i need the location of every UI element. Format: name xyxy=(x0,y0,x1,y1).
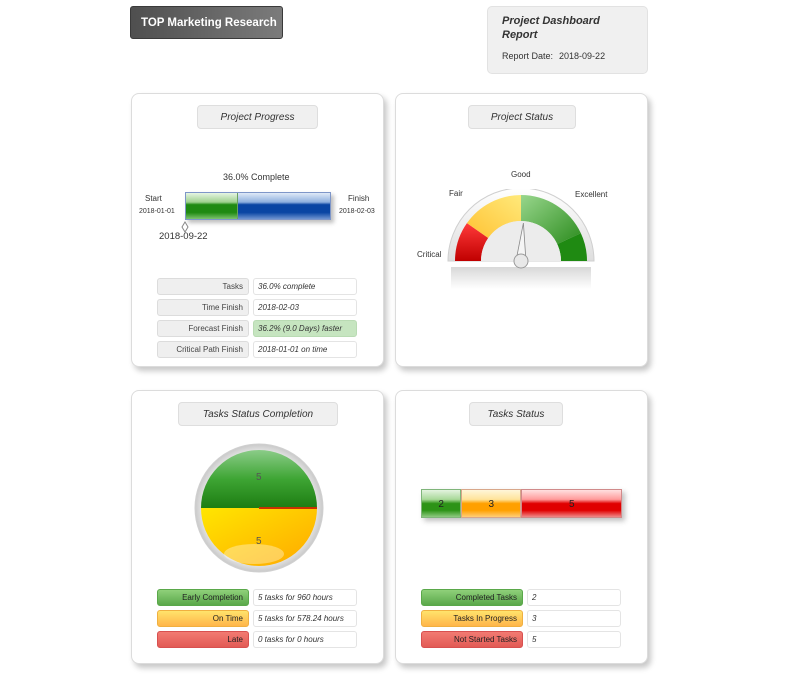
finish-label: Finish xyxy=(348,194,370,203)
company-title: TOP Marketing Research xyxy=(130,6,283,39)
row-label: Early Completion xyxy=(157,589,249,606)
pie-data-label: 5 xyxy=(256,536,262,547)
row-value: 5 tasks for 960 hours xyxy=(253,589,357,606)
panel-title: Project Progress xyxy=(197,105,318,129)
finish-date: 2018-02-03 xyxy=(339,208,375,215)
pie-data-label: 5 xyxy=(256,472,262,483)
row-label: Tasks In Progress xyxy=(421,610,523,627)
progress-bar-remaining xyxy=(237,193,330,219)
progress-bar-complete xyxy=(186,193,238,219)
row-label: Time Finish xyxy=(157,299,249,316)
row-label: Completed Tasks xyxy=(421,589,523,606)
status-gauge xyxy=(447,189,595,289)
panel-title: Tasks Status xyxy=(469,402,563,426)
current-date-label: 2018-09-22 xyxy=(159,231,208,242)
row-value: 2018-02-03 xyxy=(253,299,357,316)
row-label: Late xyxy=(157,631,249,648)
tasks-completion-pie: 55 xyxy=(194,443,324,573)
panel-title: Project Status xyxy=(468,105,576,129)
row-value: 36.2% (9.0 Days) faster xyxy=(253,320,357,337)
start-label: Start xyxy=(145,194,162,203)
percent-complete-label: 36.0% Complete xyxy=(223,172,290,182)
gauge-label-good: Good xyxy=(511,170,531,179)
row-label: Tasks xyxy=(157,278,249,295)
bar-segment-tasks-in-progress: 3 xyxy=(461,489,522,518)
report-date-label: Report Date: xyxy=(502,51,554,61)
report-date-line: Report Date: 2018-09-22 xyxy=(502,51,647,61)
report-date-value: 2018-09-22 xyxy=(559,51,606,61)
row-value: 2018-01-01 on time xyxy=(253,341,357,358)
row-value: 0 tasks for 0 hours xyxy=(253,631,357,648)
project-progress-panel: Project Progress 36.0% Complete Start 20… xyxy=(131,93,384,367)
panel-title: Tasks Status Completion xyxy=(178,402,338,426)
pie-highlight xyxy=(224,544,284,564)
row-label: Forecast Finish xyxy=(157,320,249,337)
report-title: Project Dashboard Report xyxy=(502,15,600,41)
gauge-shadow xyxy=(451,267,591,289)
bar-segment-not-started-tasks: 5 xyxy=(521,489,622,518)
project-status-panel: Project Status Good Fair Excellent Criti… xyxy=(395,93,648,367)
row-label: Not Started Tasks xyxy=(421,631,523,648)
tasks-status-completion-panel: Tasks Status Completion 55 Early Complet… xyxy=(131,390,384,664)
gauge-label-critical: Critical xyxy=(417,250,442,259)
gauge-needle-hub xyxy=(513,253,529,269)
row-value: 5 tasks for 578.24 hours xyxy=(253,610,357,627)
tasks-status-panel: Tasks Status 235 Completed Tasks 2 Tasks I… xyxy=(395,390,648,664)
progress-bar xyxy=(185,192,331,220)
row-value: 36.0% complete xyxy=(253,278,357,295)
tasks-status-bar: 235 xyxy=(421,489,622,518)
report-info-box: Project Dashboard Report Report Date: 201… xyxy=(487,6,648,74)
row-value: 3 xyxy=(527,610,621,627)
row-value: 5 xyxy=(527,631,621,648)
row-label: Critical Path Finish xyxy=(157,341,249,358)
start-date: 2018-01-01 xyxy=(139,208,175,215)
row-label: On Time xyxy=(157,610,249,627)
bar-segment-completed-tasks: 2 xyxy=(421,489,462,518)
row-value: 2 xyxy=(527,589,621,606)
